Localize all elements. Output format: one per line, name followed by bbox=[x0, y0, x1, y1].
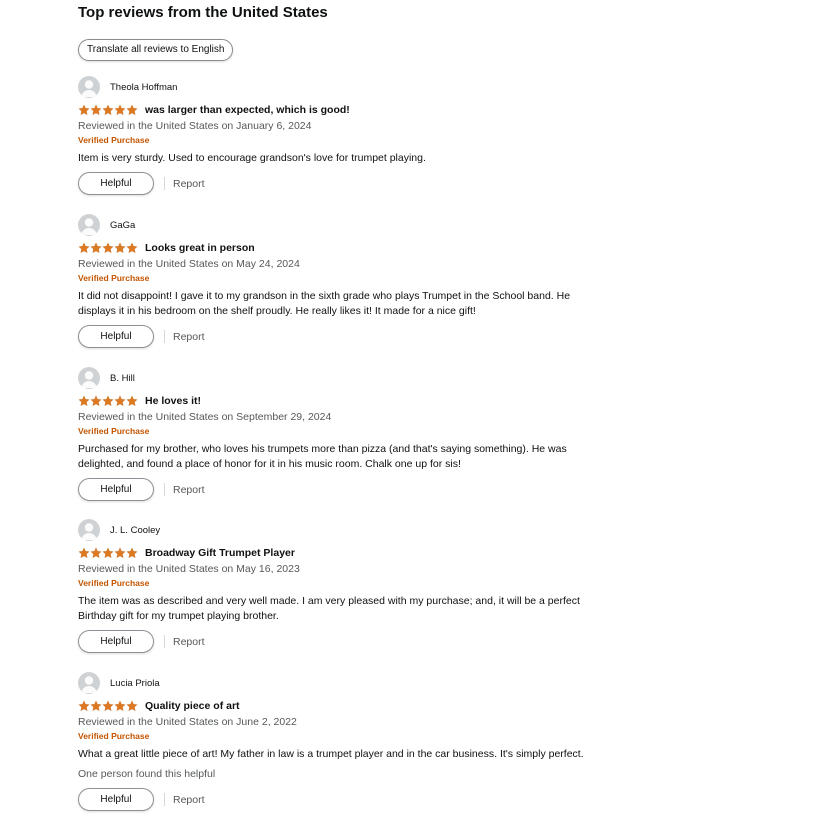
user-silhouette-icon bbox=[81, 676, 97, 693]
review: J. L. Cooley Broadway Gift Trumpet Player… bbox=[78, 519, 598, 653]
review-body: Purchased for my brother, who loves his … bbox=[78, 443, 567, 470]
review-body: It did not disappoint! I gave it to my g… bbox=[78, 290, 571, 317]
helpful-count: One person found this helpful bbox=[78, 768, 216, 780]
verified-purchase-badge: Verified Purchase bbox=[78, 135, 150, 145]
reviewer-name: Theola Hoffman bbox=[110, 81, 178, 93]
report-link[interactable]: Report bbox=[173, 794, 205, 806]
star-icon bbox=[114, 547, 126, 558]
avatar bbox=[78, 76, 100, 98]
user-silhouette-icon bbox=[81, 523, 97, 540]
divider bbox=[164, 330, 165, 343]
helpful-button[interactable]: Helpful bbox=[78, 478, 154, 501]
star-icon bbox=[78, 104, 90, 115]
verified-purchase-badge: Verified Purchase bbox=[78, 273, 150, 283]
star-rating[interactable] bbox=[78, 104, 138, 116]
review-date: Reviewed in the United States on May 16,… bbox=[78, 563, 300, 575]
helpful-button[interactable]: Helpful bbox=[78, 630, 154, 653]
review-date: Reviewed in the United States on January… bbox=[78, 120, 312, 132]
star-rating[interactable] bbox=[78, 700, 138, 712]
reviewer-profile[interactable]: Theola Hoffman bbox=[78, 76, 598, 98]
reviewer-name: GaGa bbox=[110, 219, 136, 231]
review-date: Reviewed in the United States on Septemb… bbox=[78, 411, 332, 423]
divider bbox=[164, 793, 165, 806]
divider bbox=[164, 635, 165, 648]
helpful-button[interactable]: Helpful bbox=[78, 172, 154, 195]
review-body: The item was as described and very well … bbox=[78, 595, 580, 622]
star-icon bbox=[78, 700, 90, 711]
review-date: Reviewed in the United States on June 2,… bbox=[78, 716, 297, 728]
star-icon bbox=[126, 104, 138, 115]
star-icon bbox=[114, 700, 126, 711]
review: GaGa Looks great in person Reviewed in the… bbox=[78, 214, 598, 348]
verified-purchase-badge: Verified Purchase bbox=[78, 731, 150, 741]
report-link[interactable]: Report bbox=[173, 636, 205, 648]
star-icon bbox=[126, 242, 138, 253]
divider bbox=[164, 483, 165, 496]
review-body: What a great little piece of art! My fat… bbox=[78, 748, 584, 760]
star-icon bbox=[90, 395, 102, 406]
verified-purchase-badge: Verified Purchase bbox=[78, 578, 150, 588]
user-silhouette-icon bbox=[81, 218, 97, 235]
star-icon bbox=[78, 395, 90, 406]
user-silhouette-icon bbox=[81, 371, 97, 388]
verified-purchase-badge: Verified Purchase bbox=[78, 426, 150, 436]
reviewer-profile[interactable]: Lucia Priola bbox=[78, 672, 598, 694]
star-rating[interactable] bbox=[78, 547, 138, 559]
star-icon bbox=[90, 104, 102, 115]
report-link[interactable]: Report bbox=[173, 178, 205, 190]
report-link[interactable]: Report bbox=[173, 331, 205, 343]
review-title[interactable]: Broadway Gift Trumpet Player bbox=[145, 547, 295, 559]
review-title[interactable]: Looks great in person bbox=[145, 242, 255, 254]
user-silhouette-icon bbox=[81, 80, 97, 97]
avatar bbox=[78, 214, 100, 236]
star-icon bbox=[90, 700, 102, 711]
star-icon bbox=[126, 547, 138, 558]
review: Theola Hoffman was larger than expected, … bbox=[78, 76, 598, 195]
review: Lucia Priola Quality piece of art Reviewed… bbox=[78, 672, 598, 811]
reviewer-name: Lucia Priola bbox=[110, 677, 160, 689]
report-link[interactable]: Report bbox=[173, 484, 205, 496]
review-title[interactable]: was larger than expected, which is good! bbox=[145, 104, 350, 116]
review-date: Reviewed in the United States on May 24,… bbox=[78, 258, 300, 270]
star-icon bbox=[102, 547, 114, 558]
reviewer-profile[interactable]: J. L. Cooley bbox=[78, 519, 598, 541]
translate-all-button[interactable]: Translate all reviews to English bbox=[78, 39, 234, 61]
avatar bbox=[78, 672, 100, 694]
divider bbox=[164, 177, 165, 190]
section-title: Top reviews from the United States bbox=[78, 4, 328, 21]
star-rating[interactable] bbox=[78, 395, 138, 407]
star-icon bbox=[78, 242, 90, 253]
avatar bbox=[78, 367, 100, 389]
review-title[interactable]: Quality piece of art bbox=[145, 700, 240, 712]
star-icon bbox=[114, 242, 126, 253]
reviewer-name: J. L. Cooley bbox=[110, 524, 161, 536]
helpful-button[interactable]: Helpful bbox=[78, 788, 154, 811]
star-icon bbox=[102, 700, 114, 711]
helpful-button[interactable]: Helpful bbox=[78, 325, 154, 348]
reviewer-profile[interactable]: GaGa bbox=[78, 214, 598, 236]
star-icon bbox=[126, 700, 138, 711]
reviewer-name: B. Hill bbox=[110, 372, 135, 384]
review-title[interactable]: He loves it! bbox=[145, 395, 201, 407]
star-icon bbox=[78, 547, 90, 558]
star-icon bbox=[126, 395, 138, 406]
reviewer-profile[interactable]: B. Hill bbox=[78, 367, 598, 389]
star-icon bbox=[90, 547, 102, 558]
star-icon bbox=[102, 242, 114, 253]
review-body: Item is very sturdy. Used to encourage g… bbox=[78, 152, 426, 164]
star-icon bbox=[102, 104, 114, 115]
avatar bbox=[78, 519, 100, 541]
star-rating[interactable] bbox=[78, 242, 138, 254]
star-icon bbox=[102, 395, 114, 406]
review: B. Hill He loves it! Reviewed in the Unite… bbox=[78, 367, 598, 501]
star-icon bbox=[90, 242, 102, 253]
star-icon bbox=[114, 395, 126, 406]
star-icon bbox=[114, 104, 126, 115]
